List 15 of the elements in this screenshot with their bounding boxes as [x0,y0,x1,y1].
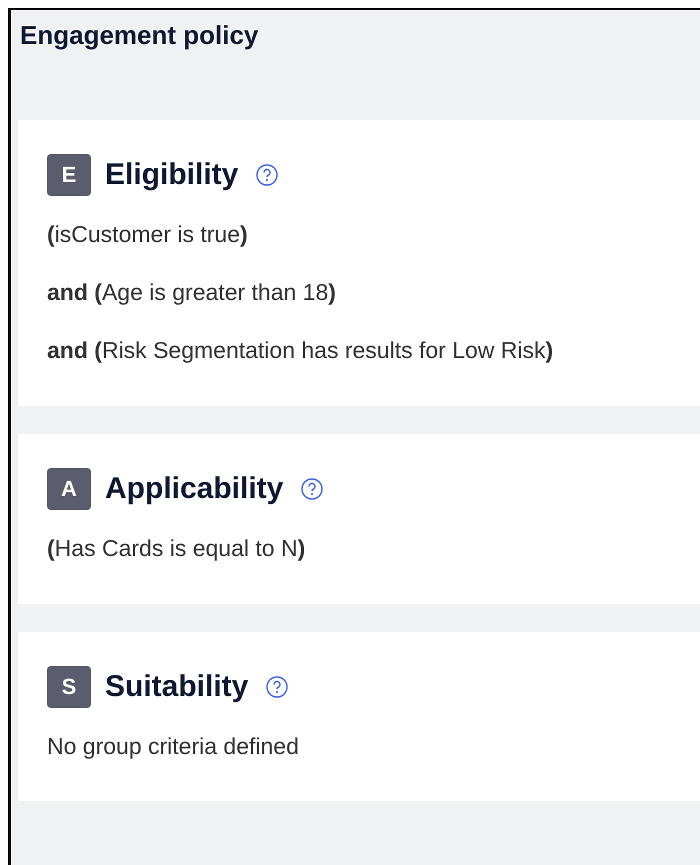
section-title: Suitability [105,670,248,704]
help-icon[interactable] [266,676,288,698]
letter-badge: S [47,666,91,708]
letter-badge: A [47,468,91,510]
section-title: Applicability [105,472,284,506]
help-icon[interactable] [256,164,278,186]
section-title: Eligibility [105,158,238,192]
condition-text: and (Age is greater than 18) [47,278,337,307]
condition-text: and (Risk Segmentation has results for Low Risk) [47,336,554,365]
condition-text: (isCustomer is true) [47,220,249,249]
help-icon[interactable] [301,478,324,500]
page-title: Engagement policy [19,19,260,52]
letter-badge: E [47,154,91,196]
condition-text: No group criteria defined [47,732,300,761]
condition-text: (Has Cards is equal to N) [47,534,306,563]
